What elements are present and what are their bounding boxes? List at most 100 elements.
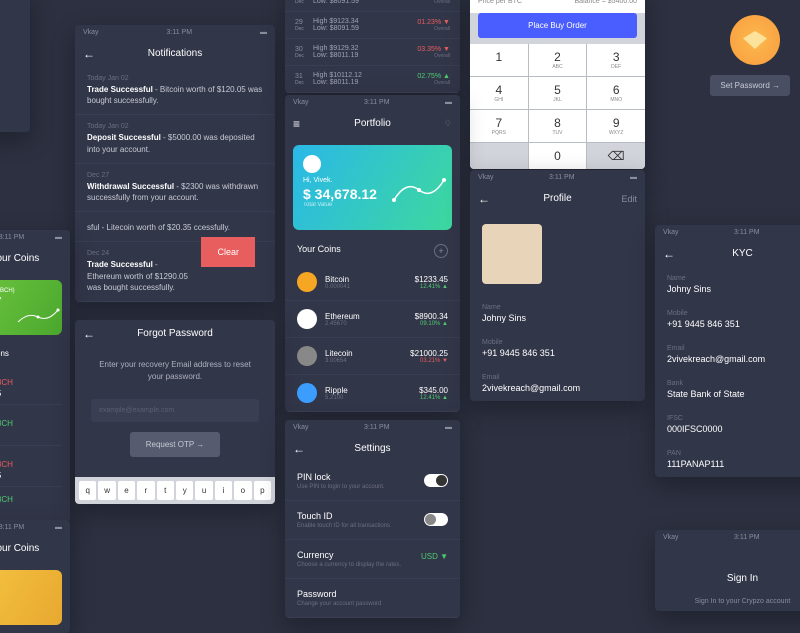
page-title: Portfolio [354, 118, 391, 129]
forgot-password-screen: ←Forgot Password Enter your recovery Ema… [75, 320, 275, 504]
keypad-key[interactable]: ⌫ [587, 143, 645, 169]
add-coin-button[interactable]: + [434, 244, 448, 258]
kyc-field: NameJohny Sins [655, 267, 800, 302]
keyboard-key[interactable]: r [137, 481, 154, 500]
keyboard-key[interactable]: w [98, 481, 115, 500]
transaction-row[interactable]: ght0.000508CH$800.50 [0, 405, 62, 446]
keypad-key[interactable]: 2ABC [529, 44, 587, 76]
notification-item[interactable]: sful - Litecoin worth of $20.35 ccessful… [75, 212, 275, 242]
settings-row[interactable]: Touch IDEnable touch ID for all transact… [285, 501, 460, 540]
coin-row[interactable]: Litecoin3.00654$21000.2503.21% ▼ [285, 338, 460, 375]
coin-row[interactable]: Bitcoin0.000041$1233.4512.41% ▲ [285, 264, 460, 301]
keypad-key[interactable]: 5JKL [529, 77, 587, 109]
clear-button[interactable]: Clear [201, 237, 255, 267]
keypad-key[interactable]: 3DEF [587, 44, 645, 76]
keypad-key[interactable]: 8TUV [529, 110, 587, 142]
keyboard-key[interactable]: t [157, 481, 174, 500]
notification-item[interactable]: Dec 27Withdrawal Successful - $2300 was … [75, 164, 275, 212]
menu-item[interactable]: rofile [0, 19, 30, 40]
menu-item[interactable]: ign Out [0, 103, 30, 124]
sidebar-menu: KYC rofile ettings bout Us eedback ign O… [0, 0, 30, 132]
transaction-row[interactable]: 0.000508CH$800.50 [0, 487, 62, 522]
ticker-screen: 28DecHigh $9123.34Low: $8091.5901.23% ▼O… [285, 0, 460, 93]
menu-item[interactable]: bout Us [0, 61, 30, 82]
page-title: KYC [732, 248, 753, 259]
avatar [303, 155, 321, 173]
menu-item[interactable]: KYC [0, 0, 30, 19]
keypad-key[interactable]: 9WXYZ [587, 110, 645, 142]
email-field[interactable]: example@example.com [91, 399, 259, 422]
kyc-field: Mobile+91 9445 846 351 [655, 302, 800, 337]
settings-row[interactable]: PasswordChange your account password [285, 579, 460, 618]
currency-select[interactable]: USD ▼ [421, 552, 448, 561]
settings-screen: Vkay3:11 PM▬ ←Settings PIN lockUse PIN t… [285, 420, 460, 618]
keypad-key[interactable]: 6MNO [587, 77, 645, 109]
notification-item[interactable]: Today Jan 02Trade Successful - Bitcoin w… [75, 67, 275, 115]
ticker-row[interactable]: 28DecHigh $9123.34Low: $8091.5901.23% ▼O… [285, 0, 460, 12]
coin-row[interactable]: Ripple5.2100$345.0012.41% ▲ [285, 375, 460, 412]
signin-screen: Vkay3:11 PM▬ Sign In Sign In to your Cry… [655, 530, 800, 611]
keyboard-key[interactable]: p [254, 481, 271, 500]
keypad-key[interactable] [470, 143, 528, 169]
menu-item[interactable]: ettings [0, 40, 30, 61]
page-title: Your Coins [0, 253, 39, 264]
ticker-row[interactable]: 31DecHigh $10112.12Low: $8011.1902.75% ▲… [285, 66, 460, 93]
keyboard-key[interactable]: e [118, 481, 135, 500]
settings-row[interactable]: PIN lockUse PIN to login to your account… [285, 462, 460, 501]
ticker-row[interactable]: 29DecHigh $9123.34Low: $8091.5901.23% ▼O… [285, 12, 460, 39]
kyc-field: Email2vivekreach@gmail.com [655, 337, 800, 372]
page-title: Forgot Password [137, 328, 213, 339]
page-title: Settings [354, 443, 390, 454]
place-buy-order-button[interactable]: Place Buy Order [478, 13, 637, 38]
back-icon[interactable]: ← [83, 327, 95, 341]
coin-card[interactable] [0, 570, 62, 625]
settings-row[interactable]: CurrencyChoose a currency to display the… [285, 540, 460, 579]
keyboard-key[interactable]: y [176, 481, 193, 500]
page-title: Sign In [727, 573, 758, 584]
keyboard-key[interactable]: q [79, 481, 96, 500]
kyc-field: PAN111PANAP111 [655, 442, 800, 477]
sparkline-icon [394, 175, 444, 205]
profile-field: Email2vivekreach@gmail.com [470, 366, 645, 401]
profile-screen: Vkay3:11 PM▬ ←ProfileEdit NameJohny Sins… [470, 170, 645, 401]
profile-image [482, 224, 542, 284]
kyc-field: IFSC000IFSC0000 [655, 407, 800, 442]
back-icon[interactable]: ← [663, 247, 675, 261]
page-title: Notifications [148, 48, 202, 59]
bell-icon[interactable]: ♢ [444, 118, 452, 129]
transaction-row[interactable]: 25.20170.000348CH$1233.45 [0, 364, 62, 405]
toggle[interactable] [424, 474, 448, 487]
ticker-row[interactable]: 30DecHigh $9129.32Low: $8011.1903.35% ▼O… [285, 39, 460, 66]
menu-item[interactable]: eedback [0, 82, 30, 103]
toggle[interactable] [424, 513, 448, 526]
keypad-key[interactable]: 7PQRS [470, 110, 528, 142]
notifications-screen: Vkay3:11 PM▬ ←Notifications Today Jan 02… [75, 25, 275, 302]
page-title: Your Coins [0, 543, 39, 554]
back-icon[interactable]: ← [83, 47, 95, 61]
keyboard-key[interactable]: i [215, 481, 232, 500]
back-icon[interactable]: ← [478, 192, 490, 206]
keypad-key[interactable]: 0 [529, 143, 587, 169]
sparkline-icon [18, 307, 58, 327]
keyboard-key[interactable]: u [195, 481, 212, 500]
your-coins-screen-2: 3:11 PM▬ Your Coins [0, 520, 70, 633]
kyc-field: BankState Bank of State [655, 372, 800, 407]
request-otp-button[interactable]: Request OTP → [130, 432, 221, 457]
keyboard-key[interactable]: o [234, 481, 251, 500]
your-coins-screen: 3:11 PM▬ Your Coins in Cash (BCH) 5.67 r… [0, 230, 70, 522]
profile-field: NameJohny Sins [470, 296, 645, 331]
keypad-key[interactable]: 4GHI [470, 77, 528, 109]
kyc-screen: Vkay3:11 PM▬ ←KYC NameJohny SinsMobile+9… [655, 225, 800, 477]
set-password-button[interactable]: Set Password → [710, 75, 790, 96]
coin-card[interactable]: in Cash (BCH) 5.67 [0, 280, 62, 335]
menu-icon[interactable]: ≡ [293, 117, 300, 131]
transaction-row[interactable]: 25.20170.000348CH$1233.45 [0, 446, 62, 487]
buy-keypad: Price per BTCBalance = $5400.00 Place Bu… [470, 0, 645, 169]
notification-item[interactable]: Today Jan 02Deposit Successful - $5000.0… [75, 115, 275, 163]
back-icon[interactable]: ← [293, 442, 305, 456]
page-title: Profile [543, 193, 571, 204]
coin-row[interactable]: Ethereum2.45670$8900.3409.10% ▲ [285, 301, 460, 338]
edit-button[interactable]: Edit [621, 194, 637, 204]
sketch-logo-icon [730, 15, 780, 65]
keypad-key[interactable]: 1 [470, 44, 528, 76]
